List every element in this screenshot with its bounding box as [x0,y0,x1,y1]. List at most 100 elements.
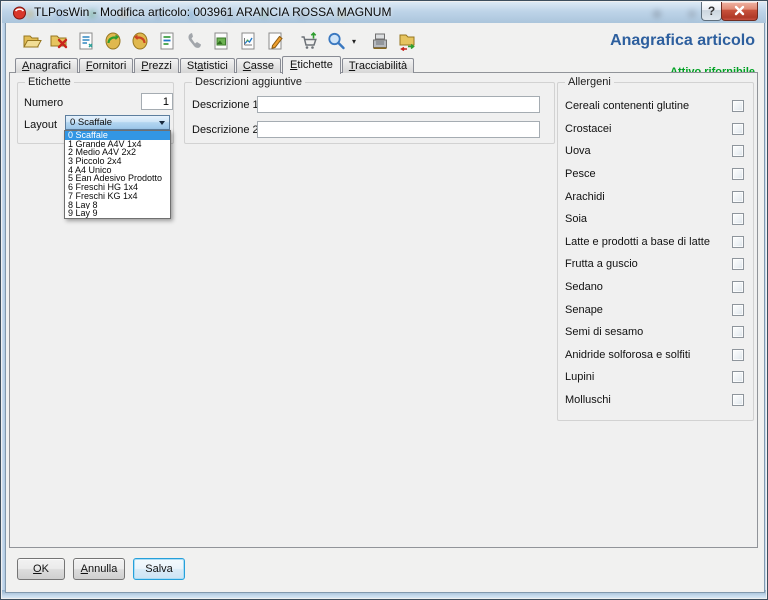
numero-label: Numero [24,97,63,109]
allergen-checkbox[interactable] [732,213,744,225]
undo-green-arrow-icon[interactable] [99,28,126,54]
allergen-row: Lupini [558,366,753,389]
document-sync-icon[interactable] [72,28,99,54]
toolbar: ▾ [18,27,420,55]
layout-dropdown-list: 0 Scaffale1 Grande A4V 1x42 Medio A4V 2x… [64,130,171,219]
client-area: ▾ Anagrafica articolo Attivo rifornibile [5,23,765,593]
tab-item[interactable]: Etichette [282,56,341,74]
allergen-checkbox[interactable] [732,100,744,112]
allergen-row: Frutta a guscio [558,253,753,276]
tab-control: AnagraficiFornitoriPrezziStatisticiCasse… [9,56,758,548]
document-edit-icon[interactable] [261,28,288,54]
layout-combobox-value: 0 Scaffale [66,116,159,129]
allergen-row: Molluschi [558,389,753,412]
layout-dropdown-option[interactable]: 5 Ean Adesivo Prodotto [65,174,170,183]
layout-dropdown-option[interactable]: 0 Scaffale [65,131,170,140]
allergen-row: Semi di sesamo [558,321,753,344]
group-allergeni: Allergeni Cereali contenenti glutine Cro… [557,82,754,421]
folder-open-icon[interactable] [18,28,45,54]
tab-item[interactable]: Tracciabilità [342,58,414,73]
close-button[interactable] [721,2,758,21]
layout-dropdown-option[interactable]: 6 Freschi HG 1x4 [65,183,170,192]
tab-strip: AnagraficiFornitoriPrezziStatisticiCasse… [15,56,415,73]
document-chart-icon[interactable] [234,28,261,54]
descrizione2-input[interactable] [257,121,540,138]
window-title: TLPosWin - Modifica articolo: 003961 ARA… [34,2,391,23]
allergen-checkbox[interactable] [732,371,744,383]
help-button[interactable]: ? [701,2,722,21]
layout-combobox[interactable]: 0 Scaffale [65,115,170,130]
allergen-row: Cereali contenenti glutine [558,95,753,118]
folder-delete-icon[interactable] [45,28,72,54]
layout-dropdown-option[interactable]: 4 A4 Unico [65,166,170,175]
allergen-list: Cereali contenenti glutine Crostacei Uov… [558,95,753,411]
allergen-label: Pesce [565,168,596,180]
layout-dropdown-option[interactable]: 7 Freschi KG 1x4 [65,192,170,201]
allergen-label: Crostacei [565,123,611,135]
allergen-row: Crostacei [558,118,753,141]
cart-icon[interactable] [295,28,322,54]
tab-item[interactable]: Prezzi [134,58,179,73]
allergen-checkbox[interactable] [732,236,744,248]
folder-transfer-icon[interactable] [393,28,420,54]
document-list-icon[interactable] [153,28,180,54]
numero-input[interactable] [141,93,173,110]
allergen-label: Sedano [565,281,603,293]
allergen-checkbox[interactable] [732,145,744,157]
layout-dropdown-option[interactable]: 9 Lay 9 [65,209,170,218]
group-etichette-title: Etichette [25,76,74,88]
group-descrizioni: Descrizioni aggiuntive Descrizione 1 Des… [184,82,555,144]
tab-item[interactable]: Casse [236,58,281,73]
descrizione1-input[interactable] [257,96,540,113]
allergen-row: Latte e prodotti a base di latte [558,231,753,254]
allergen-label: Uova [565,145,591,157]
chevron-down-icon [159,121,165,125]
allergen-checkbox[interactable] [732,168,744,180]
search-dropdown-caret[interactable]: ▾ [349,37,359,46]
allergen-label: Molluschi [565,394,611,406]
allergen-checkbox[interactable] [732,281,744,293]
tab-item[interactable]: Anagrafici [15,58,78,73]
allergen-checkbox[interactable] [732,123,744,135]
allergen-label: Semi di sesamo [565,326,643,338]
salva-button[interactable]: Salva [133,558,185,580]
allergen-checkbox[interactable] [732,349,744,361]
search-icon[interactable] [322,28,349,54]
allergen-row: Senape [558,298,753,321]
allergen-row: Sedano [558,276,753,299]
allergen-label: Cereali contenenti glutine [565,100,689,112]
allergen-checkbox[interactable] [732,191,744,203]
app-logo-icon[interactable] [12,5,27,20]
allergen-checkbox[interactable] [732,326,744,338]
annulla-button[interactable]: Annulla [73,558,125,580]
allergen-checkbox[interactable] [732,258,744,270]
cash-register-icon[interactable] [366,28,393,54]
layout-dropdown-option[interactable]: 8 Lay 8 [65,201,170,210]
descrizione1-label: Descrizione 1 [192,99,259,111]
layout-dropdown-option[interactable]: 3 Piccolo 2x4 [65,157,170,166]
tab-page-etichette: Etichette Numero Layout 0 Scaffale 0 Sca… [9,72,758,548]
allergen-row: Pesce [558,163,753,186]
ok-button[interactable]: OK [17,558,65,580]
title-bar[interactable]: TLPosWin - Modifica articolo: 003961 ARA… [2,2,766,23]
allergen-label: Soia [565,213,587,225]
app-window: TLPosWin - Modifica articolo: 003961 ARA… [0,0,768,600]
document-image-icon[interactable] [207,28,234,54]
layout-dropdown-option[interactable]: 1 Grande A4V 1x4 [65,140,170,149]
allergen-label: Senape [565,304,603,316]
page-title: Anagrafica articolo [610,32,755,50]
allergen-label: Frutta a guscio [565,258,638,270]
tab-item[interactable]: Statistici [180,58,235,73]
allergen-row: Anidride solforosa e solfiti [558,344,753,367]
footer-bar: OK Annulla Salva [6,548,764,592]
redo-red-arrow-icon[interactable] [126,28,153,54]
phone-icon[interactable] [180,28,207,54]
layout-dropdown-option[interactable]: 2 Medio A4V 2x2 [65,148,170,157]
allergen-checkbox[interactable] [732,304,744,316]
tab-item[interactable]: Fornitori [79,58,133,73]
layout-label: Layout [24,119,57,131]
allergen-label: Arachidi [565,191,605,203]
allergen-checkbox[interactable] [732,394,744,406]
descrizione2-label: Descrizione 2 [192,124,259,136]
group-allergeni-title: Allergeni [565,76,614,88]
